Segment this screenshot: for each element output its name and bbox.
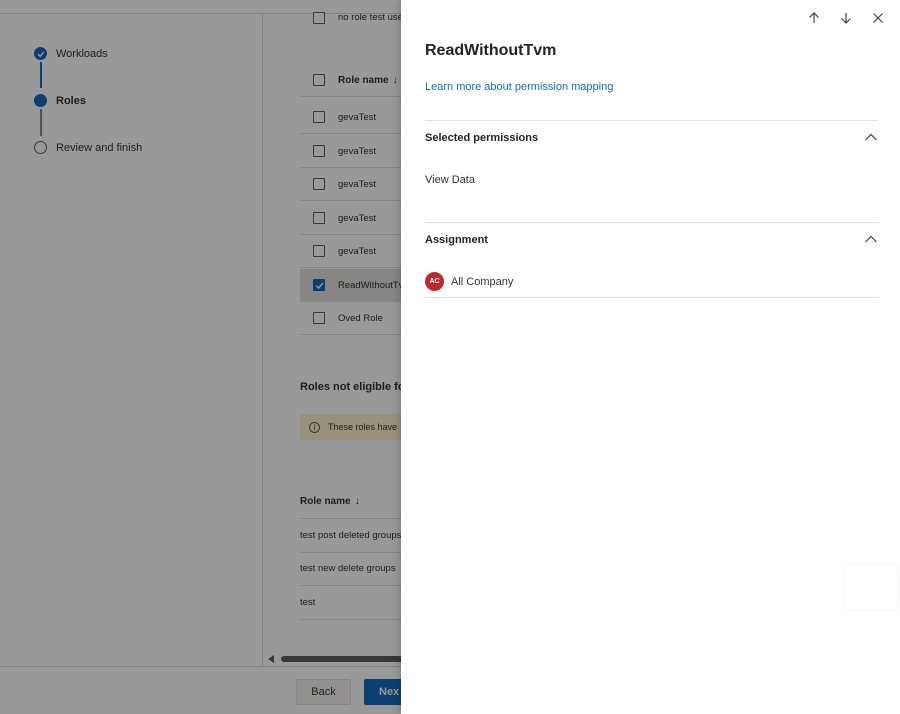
divider: [425, 222, 878, 223]
divider: [425, 120, 878, 121]
section-label: Selected permissions: [425, 132, 539, 144]
role-details-panel: ReadWithoutTvm Learn more about permissi…: [401, 0, 900, 714]
panel-title: ReadWithoutTvm: [425, 42, 557, 59]
learn-more-link[interactable]: Learn more about permission mapping: [425, 81, 613, 93]
assignment-header[interactable]: Assignment: [425, 230, 878, 250]
chevron-up-icon[interactable]: [864, 129, 878, 147]
close-icon[interactable]: [866, 10, 890, 26]
arrow-down-icon[interactable]: [834, 10, 858, 26]
floating-card: [845, 565, 897, 609]
selected-permissions-header[interactable]: Selected permissions: [425, 128, 878, 148]
panel-actions: [802, 10, 890, 26]
avatar: AC: [425, 272, 444, 291]
permission-item: View Data: [425, 174, 475, 186]
arrow-up-icon[interactable]: [802, 10, 826, 26]
section-label: Assignment: [425, 234, 488, 246]
assignment-item: AC All Company: [425, 272, 878, 298]
chevron-up-icon[interactable]: [864, 231, 878, 249]
assignment-name: All Company: [451, 275, 514, 288]
